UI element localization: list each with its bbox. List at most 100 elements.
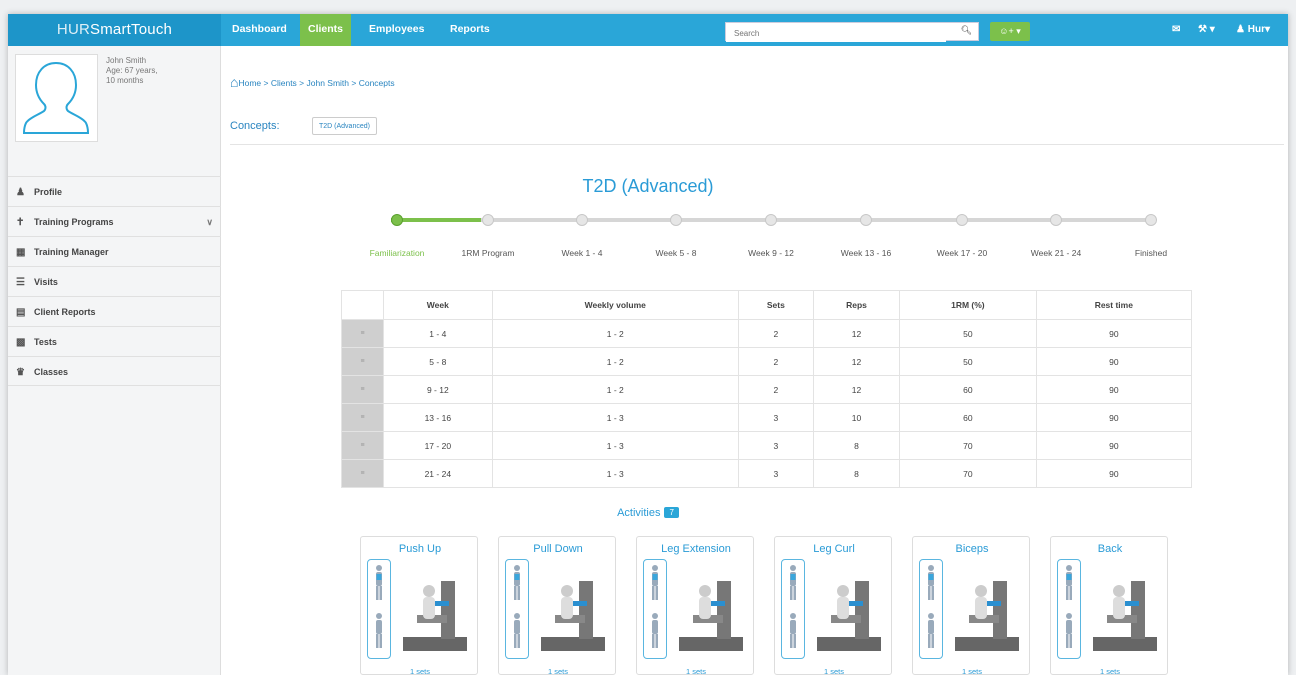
table-cell: 12 [812, 347, 901, 376]
chevron-down-icon[interactable]: ∨ [206, 207, 213, 237]
table-cell: 8 [812, 431, 901, 460]
nav-employees[interactable]: Employees [361, 14, 432, 46]
activity-card[interactable]: Back 1 sets [1050, 536, 1168, 675]
step-marker[interactable] [576, 214, 588, 226]
sidebar-item-label: Tests [34, 337, 57, 347]
activity-card[interactable]: Leg Curl 1 sets [774, 536, 892, 675]
step-marker[interactable] [956, 214, 968, 226]
activity-title[interactable]: Push Up [361, 543, 477, 555]
clipboard-icon: ▩ [16, 337, 26, 348]
table-cell: 5 - 8 [383, 347, 493, 376]
activity-card[interactable]: Pull Down 1 sets [498, 536, 616, 675]
nav-dashboard[interactable]: Dashboard [224, 14, 295, 46]
table-row[interactable]: ≡ 1 - 41 - 2 2 12 50 90 [341, 319, 1193, 348]
table-row[interactable]: ≡ 17 - 20 1 - 3 3 8 70 90 [341, 431, 1193, 460]
add-user-icon: ☺+ [999, 26, 1014, 36]
step-marker[interactable] [670, 214, 682, 226]
row-handle-icon[interactable]: ≡ [341, 403, 384, 432]
step-marker[interactable] [482, 214, 494, 226]
table-cell: 90 [1035, 431, 1193, 460]
table-cell: 3 [737, 403, 814, 432]
step-label[interactable]: Familiarization [370, 248, 425, 258]
search-icon[interactable]: 🔍︎ [961, 25, 972, 36]
divider [230, 144, 1284, 145]
add-client-button[interactable]: ☺+ ▾ [990, 22, 1030, 41]
concept-tag[interactable]: T2D (Advanced) [312, 117, 377, 135]
muscle-map-icon [505, 559, 529, 659]
app-window: HURSmartTouch Dashboard Clients Employee… [8, 14, 1288, 675]
step-marker[interactable] [391, 214, 403, 226]
table-cell: 21 - 24 [383, 459, 493, 488]
step-label[interactable]: Week 17 - 20 [937, 248, 987, 258]
table-cell: 2 [737, 375, 814, 404]
table-cell: 10 [812, 403, 901, 432]
table-cell: 1 - 2 [491, 375, 739, 404]
activity-card[interactable]: Push Up 1 sets [360, 536, 478, 675]
table-cell: 90 [1035, 403, 1193, 432]
step-label[interactable]: Week 21 - 24 [1031, 248, 1081, 258]
machine-icon [541, 581, 605, 651]
activity-title[interactable]: Leg Curl [775, 543, 891, 555]
client-age: Age: 67 years, [106, 66, 158, 75]
row-handle-icon[interactable]: ≡ [341, 375, 384, 404]
step-label[interactable]: 1RM Program [462, 248, 515, 258]
machine-icon [955, 581, 1019, 651]
step-label[interactable]: Finished [1135, 248, 1167, 258]
breadcrumb[interactable]: ⌂Home > Clients > John Smith > Concepts [230, 74, 395, 90]
search-input[interactable] [726, 25, 946, 42]
chevron-down-icon: ▾ [1264, 24, 1271, 35]
sidebar-item-label: Classes [34, 367, 69, 377]
tools-icon[interactable]: ⚒ ▾ [1198, 14, 1215, 46]
nav-clients[interactable]: Clients [300, 14, 352, 46]
table-cell: 60 [899, 375, 1037, 404]
row-handle-icon[interactable]: ≡ [341, 347, 384, 376]
sidebar-item-training-manager[interactable]: ▦ Training Manager [8, 236, 221, 266]
brand-logo[interactable]: HURSmartTouch [8, 14, 221, 46]
table-cell: 1 - 2 [491, 319, 739, 348]
table-header: Rest time [1035, 290, 1193, 320]
table-cell: 1 - 3 [491, 403, 739, 432]
table-row[interactable]: ≡ 9 - 12 1 - 2 2 12 60 90 [341, 375, 1193, 404]
table-header: 1RM (%) [899, 290, 1037, 320]
mail-icon[interactable]: ✉ [1172, 14, 1180, 46]
sidebar-item-client-reports[interactable]: ▤ Client Reports [8, 296, 221, 326]
group-icon: ♛ [16, 367, 25, 378]
table-row[interactable]: ≡ 21 - 24 1 - 3 3 8 70 90 [341, 459, 1193, 488]
step-label[interactable]: Week 1 - 4 [562, 248, 603, 258]
activity-title[interactable]: Back [1051, 543, 1167, 555]
step-marker[interactable] [1145, 214, 1157, 226]
nav-reports[interactable]: Reports [442, 14, 498, 46]
sidebar-item-classes[interactable]: ♛ Classes [8, 356, 221, 386]
sidebar-item-tests[interactable]: ▩ Tests [8, 326, 221, 356]
table-cell: 17 - 20 [383, 431, 493, 460]
muscle-map-icon [1057, 559, 1081, 659]
sidebar-item-label: Training Manager [34, 247, 109, 257]
row-handle-icon[interactable]: ≡ [341, 431, 384, 460]
step-marker[interactable] [860, 214, 872, 226]
step-marker[interactable] [765, 214, 777, 226]
step-label[interactable]: Week 13 - 16 [841, 248, 891, 258]
muscle-map-icon [781, 559, 805, 659]
client-info: John Smith Age: 67 years, 10 months [106, 56, 216, 86]
row-handle-icon[interactable]: ≡ [341, 319, 384, 348]
table-row[interactable]: ≡ 13 - 16 1 - 3 3 10 60 90 [341, 403, 1193, 432]
sidebar-item-visits[interactable]: ☰ Visits [8, 266, 221, 296]
activity-title[interactable]: Pull Down [499, 543, 615, 555]
table-row[interactable]: ≡ 5 - 81 - 2 2 12 50 90 [341, 347, 1193, 376]
sidebar-item-training-programs[interactable]: ✝ Training Programs ∨ [8, 206, 221, 236]
step-marker[interactable] [1050, 214, 1062, 226]
activity-card[interactable]: Biceps 1 sets [912, 536, 1030, 675]
breadcrumb-text[interactable]: Home > Clients > John Smith > Concepts [238, 78, 394, 88]
step-label[interactable]: Week 5 - 8 [656, 248, 697, 258]
table-cell: 70 [899, 459, 1037, 488]
user-menu[interactable]: ♟ Hur▾ [1236, 14, 1270, 46]
row-handle-icon[interactable]: ≡ [341, 459, 384, 488]
activity-title[interactable]: Leg Extension [637, 543, 753, 555]
activity-title[interactable]: Biceps [913, 543, 1029, 555]
table-cell: 13 - 16 [383, 403, 493, 432]
activity-card[interactable]: Leg Extension 1 sets [636, 536, 754, 675]
table-header: Week [383, 290, 493, 320]
step-label[interactable]: Week 9 - 12 [748, 248, 794, 258]
concepts-label: Concepts: [230, 120, 280, 132]
client-age-months: 10 months [106, 76, 144, 85]
